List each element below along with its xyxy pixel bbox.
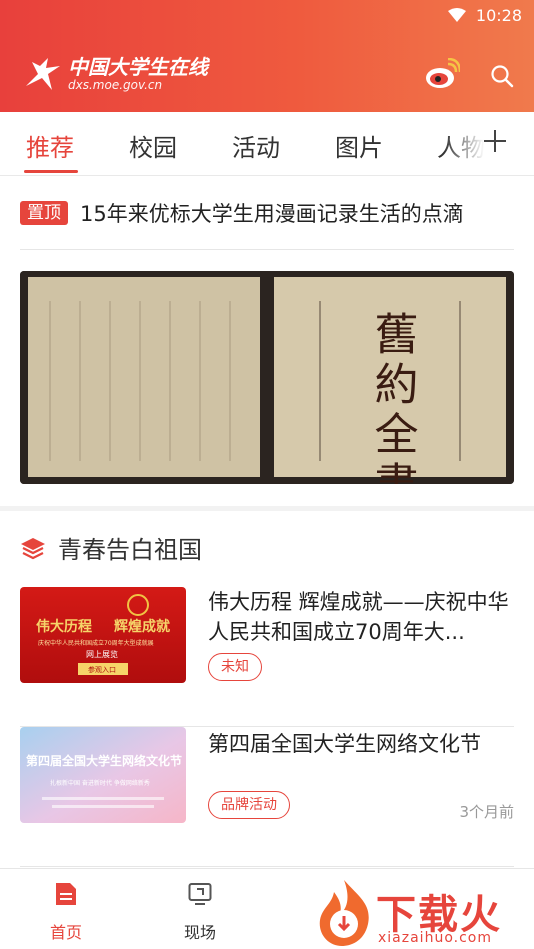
item-tag: 未知 xyxy=(208,653,262,681)
category-tabs: 推荐 校园 活动 图片 人物 xyxy=(0,112,534,176)
app-header: 10:28 中国大学生在线 dxs.moe.gov.cn xyxy=(0,0,534,112)
item-title: 第四届全国大学生网络文化节 xyxy=(208,732,481,756)
app-logo[interactable]: 中国大学生在线 dxs.moe.gov.cn xyxy=(22,56,208,92)
list-item[interactable]: 伟大历程 辉煌成就 庆祝中华人民共和国成立70周年大型成就展 网上展览 参观入口… xyxy=(20,587,514,727)
logo-runner-icon xyxy=(26,58,60,90)
tab-campus[interactable]: 校园 xyxy=(129,128,177,163)
svg-text:扎根新中国 奋进新时代 争做网络新秀: 扎根新中国 奋进新时代 争做网络新秀 xyxy=(50,779,150,787)
status-bar: 10:28 xyxy=(447,0,534,30)
banner-image[interactable]: 舊約全書 xyxy=(20,271,514,484)
nav-live-label: 现场 xyxy=(183,923,216,942)
section-header: 青春告白祖国 xyxy=(20,530,202,565)
pinned-article[interactable]: 置顶 15年来优标大学生用漫画记录生活的点滴 xyxy=(20,176,514,250)
wifi-icon xyxy=(447,8,466,22)
add-channel-icon[interactable] xyxy=(482,128,508,154)
search-icon[interactable] xyxy=(490,64,514,88)
layers-icon xyxy=(21,537,45,559)
item-time: 3个月前 xyxy=(459,803,514,821)
item-tag: 品牌活动 xyxy=(208,791,290,819)
home-doc-icon xyxy=(56,883,76,905)
pinned-title: 15年来优标大学生用漫画记录生活的点滴 xyxy=(80,201,464,226)
item-thumbnail: 第四届全国大学生网络文化节 扎根新中国 奋进新时代 争做网络新秀 xyxy=(20,727,186,823)
nav-home-label: 首页 xyxy=(49,923,82,942)
watermark-logo: 下载火 xiazaihuo.com xyxy=(312,876,534,949)
nav-home[interactable]: 首页 xyxy=(16,869,116,949)
live-screen-icon xyxy=(188,883,212,905)
svg-text:庆祝中华人民共和国成立70周年大型成就展: 庆祝中华人民共和国成立70周年大型成就展 xyxy=(38,639,154,647)
svg-text:伟大历程: 伟大历程 xyxy=(36,618,92,635)
tab-pictures[interactable]: 图片 xyxy=(335,128,383,163)
tab-activity[interactable]: 活动 xyxy=(232,128,280,163)
watermark-domain: xiazaihuo.com xyxy=(378,930,492,946)
logo-domain: dxs.moe.gov.cn xyxy=(68,78,163,92)
nav-live[interactable]: 现场 xyxy=(150,869,250,949)
item-thumbnail: 伟大历程 辉煌成就 庆祝中华人民共和国成立70周年大型成就展 网上展览 参观入口 xyxy=(20,587,186,683)
svg-text:辉煌成就: 辉煌成就 xyxy=(114,618,170,635)
svg-text:第四届全国大学生网络文化节: 第四届全国大学生网络文化节 xyxy=(26,753,182,768)
svg-text:参观入口: 参观入口 xyxy=(88,665,116,674)
section-divider xyxy=(0,506,534,511)
flame-logo-icon xyxy=(319,880,369,946)
pinned-badge: 置顶 xyxy=(20,200,68,225)
tab-recommend[interactable]: 推荐 xyxy=(26,128,74,163)
banner-book-title: 舊約全書 xyxy=(367,311,418,484)
section-title: 青春告白祖国 xyxy=(58,536,202,564)
active-tab-indicator xyxy=(24,170,78,173)
svg-text:网上展览: 网上展览 xyxy=(86,649,118,659)
weibo-icon[interactable] xyxy=(424,58,460,90)
list-item[interactable]: 第四届全国大学生网络文化节 扎根新中国 奋进新时代 争做网络新秀 第四届全国大学… xyxy=(20,727,514,867)
logo-title: 中国大学生在线 xyxy=(68,55,208,79)
item-title: 伟大历程 辉煌成就——庆祝中华人民共和国成立70周年大... xyxy=(208,590,509,644)
status-time: 10:28 xyxy=(475,5,522,25)
